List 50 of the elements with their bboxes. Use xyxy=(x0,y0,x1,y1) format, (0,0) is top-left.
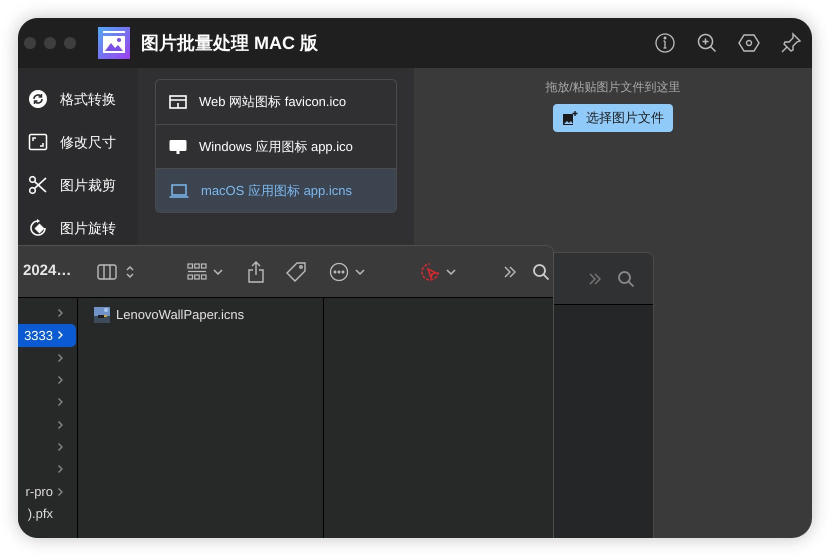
share-icon[interactable] xyxy=(247,260,265,282)
chevron-right-icon xyxy=(57,442,64,452)
folder-name[interactable]: ).pfx xyxy=(28,504,53,524)
pin-icon[interactable] xyxy=(780,32,802,54)
browser-window-icon xyxy=(169,94,187,110)
more-icon[interactable] xyxy=(329,262,349,282)
resize-icon xyxy=(28,132,48,152)
sidebar-item[interactable]: 图片裁剪 xyxy=(18,164,138,206)
scissors-icon xyxy=(28,175,48,195)
chevron-right-icon xyxy=(57,308,64,318)
chevron-down-icon[interactable] xyxy=(355,268,365,276)
window-title: 图片批量处理 MAC 版 xyxy=(141,32,318,54)
icon-type-option[interactable]: Web 网站图标 favicon.ico xyxy=(156,80,396,124)
laptop-icon xyxy=(169,182,189,198)
chevron-right-icon xyxy=(57,420,64,430)
sidebar-item[interactable]: 修改尺寸 xyxy=(18,121,138,163)
zoom-in-icon[interactable] xyxy=(696,32,718,54)
folder-name[interactable]: r-pro xyxy=(26,482,53,502)
settings-icon[interactable] xyxy=(738,32,760,54)
chevrons-icon[interactable] xyxy=(502,264,518,280)
app-logo-icon xyxy=(98,27,130,59)
columns-icon[interactable] xyxy=(97,264,117,280)
tag-icon[interactable] xyxy=(285,260,307,282)
chevron-down-icon[interactable] xyxy=(213,268,223,276)
info-icon[interactable] xyxy=(654,32,676,54)
select-file-button[interactable]: 选择图片文件 xyxy=(553,104,673,132)
chevron-right-icon xyxy=(57,486,64,497)
chevron-right-icon xyxy=(57,397,64,408)
cursor-circle-icon[interactable] xyxy=(420,262,440,282)
file-row[interactable]: LenovoWallPaper.icns xyxy=(94,306,323,324)
folder-title: 2024… xyxy=(23,261,72,282)
sidebar-item[interactable]: 格式转换 xyxy=(18,78,138,120)
chevron-right-icon xyxy=(57,330,64,340)
rotate-icon xyxy=(28,218,48,238)
chevrons-icon[interactable] xyxy=(587,270,603,286)
chevron-right-icon xyxy=(57,352,64,363)
chevron-down-icon[interactable] xyxy=(446,268,456,276)
monitor-icon xyxy=(169,138,187,154)
up-down-icon[interactable] xyxy=(125,264,135,280)
sync-icon xyxy=(28,89,48,109)
sidebar-item[interactable]: 图片旋转 xyxy=(18,207,138,249)
chevron-right-icon xyxy=(57,464,64,474)
icon-type-option[interactable]: macOS 应用图标 app.icns xyxy=(156,168,396,212)
drop-hint: 拖放/粘贴图片文件到这里 xyxy=(545,79,681,96)
add-image-icon xyxy=(562,110,578,126)
grid-icon[interactable] xyxy=(187,262,207,280)
folder-row[interactable]: 3333 xyxy=(18,324,76,347)
search-icon[interactable] xyxy=(617,270,635,288)
chevron-right-icon xyxy=(57,375,64,386)
search-icon[interactable] xyxy=(532,262,550,280)
